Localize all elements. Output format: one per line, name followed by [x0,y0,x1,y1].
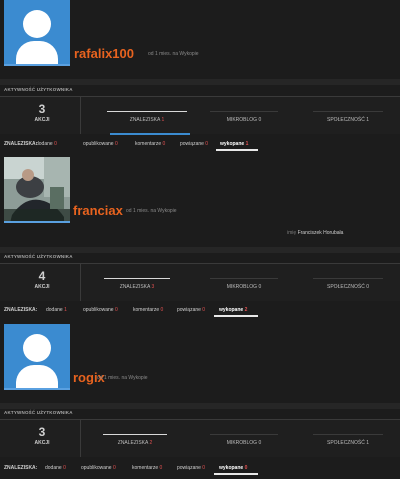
filter-opublikowane[interactable]: opublikowane 0 [83,141,118,147]
tab-count: 0 [366,284,369,290]
actions-count: 3 AKCJI [4,420,81,457]
actions-number: 4 [38,269,46,283]
filter-dodane[interactable]: dodane 0 [36,141,57,147]
member-since: od 1 mies. na Wykopie [97,375,148,381]
filter-bar-label: ZNALEZISKA: [4,465,38,471]
user-silhouette-icon [23,334,51,362]
filter-wykopane[interactable]: wykopane 0 [219,465,247,471]
tab-count: 0 [258,284,262,290]
avatar-underline [4,388,70,390]
member-since: od 1 mies. na Wykopie [148,51,199,57]
filter-komentarze[interactable]: komentarze 0 [132,465,162,471]
activity-box: 3 AKCJI ZNALEZISKA 2 MIKROBLOG 0 SPOŁECZ… [0,419,400,457]
active-tab-underline [110,133,190,135]
avatar[interactable] [4,0,70,66]
tab-label: ZNALEZISKA [119,284,151,290]
section-title: AKTYWNOŚĆ UŻYTKOWNIKA [4,87,73,92]
avatar-underline [4,64,70,66]
tab-label: MIKROBLOG [226,117,258,123]
tab-znaleziska[interactable]: ZNALEZISKA 1 [107,111,187,129]
filter-bar-label: ZNALEZISKA: [4,307,38,313]
tab-znaleziska[interactable]: ZNALEZISKA 2 [103,434,167,452]
activity-box: 3 AKCJI ZNALEZISKA 1 MIKROBLOG 0 SPOŁECZ… [0,96,400,134]
username[interactable]: franciax [73,203,123,218]
user-silhouette-body [16,365,58,390]
tab-spolecznosc[interactable]: SPOŁECZNOŚĆ 0 [313,278,383,296]
filter-bar: ZNALEZISKA: dodane 0 opublikowane 0 kome… [0,137,400,151]
real-name-value: Franciszek Horubała [297,230,344,236]
tab-label: SPOŁECZNOŚĆ [327,117,365,123]
section-title: AKTYWNOŚĆ UŻYTKOWNIKA [4,254,73,259]
real-name: imię Franciszek Horubała [287,230,343,236]
tab-mikroblog[interactable]: MIKROBLOG 0 [210,111,278,129]
filter-komentarze[interactable]: komentarze 0 [133,307,163,313]
actions-label: AKCJI [34,117,50,123]
user-silhouette-body [16,41,58,66]
actions-label: AKCJI [34,440,50,446]
tab-count: 1 [366,440,369,446]
tab-spolecznosc[interactable]: SPOŁECZNOŚĆ 1 [313,111,383,129]
filter-opublikowane[interactable]: opublikowane 0 [83,307,118,313]
avatar[interactable] [4,157,70,223]
filter-powiazane[interactable]: powiązane 0 [177,307,205,313]
username[interactable]: rafalix100 [74,46,134,61]
filter-opublikowane[interactable]: opublikowane 0 [81,465,116,471]
profile-card-rafalix100: rafalix100 od 1 mies. na Wykopie AKTYWNO… [0,0,400,159]
tab-label: ZNALEZISKA [117,440,149,446]
activity-box: 4 AKCJI ZNALEZISKA 3 MIKROBLOG 0 SPOŁECZ… [0,263,400,301]
actions-count: 3 AKCJI [4,97,81,134]
actions-count: 4 AKCJI [4,264,81,301]
filter-dodane[interactable]: dodane 1 [46,307,67,313]
tab-count: 1 [161,117,165,123]
avatar-underline [4,221,70,223]
filter-bar-label: ZNALEZISKA: [4,141,38,147]
selected-filter-underline [214,473,258,475]
divider-band [0,247,400,253]
tab-label: MIKROBLOG [226,284,258,290]
member-since: od 1 mies. na Wykopie [126,208,177,214]
tab-label: SPOŁECZNOŚĆ [327,284,365,290]
selected-filter-underline [216,149,258,151]
actions-number: 3 [38,102,46,116]
tab-label: SPOŁECZNOŚĆ [327,440,365,446]
filter-wykopane[interactable]: wykopane 1 [220,141,248,147]
filter-wykopane[interactable]: wykopane 2 [219,307,247,313]
section-title: AKTYWNOŚĆ UŻYTKOWNIKA [4,410,73,415]
tab-spolecznosc[interactable]: SPOŁECZNOŚĆ 1 [313,434,383,452]
filter-komentarze[interactable]: komentarze 0 [135,141,165,147]
tab-count: 0 [258,117,262,123]
divider-band [0,403,400,409]
filter-dodane[interactable]: dodane 0 [45,465,66,471]
avatar[interactable] [4,324,70,390]
tab-label: MIKROBLOG [226,440,258,446]
filter-powiazane[interactable]: powiązane 0 [180,141,208,147]
profile-card-rogix: rogix od 1 mies. na Wykopie AKTYWNOŚĆ UŻ… [0,324,400,479]
profile-card-franciax: franciax od 1 mies. na Wykopie imię Fran… [0,157,400,317]
tab-count: 2 [149,440,153,446]
user-silhouette-icon [23,10,51,38]
tab-mikroblog[interactable]: MIKROBLOG 0 [210,434,278,452]
actions-label: AKCJI [34,284,50,290]
real-name-prefix: imię [287,230,297,236]
selected-filter-underline [214,315,258,317]
tab-znaleziska[interactable]: ZNALEZISKA 3 [104,278,170,296]
filter-bar: ZNALEZISKA: dodane 0 opublikowane 0 kome… [0,461,400,475]
tab-mikroblog[interactable]: MIKROBLOG 0 [210,278,278,296]
filter-bar: ZNALEZISKA: dodane 1 opublikowane 0 kome… [0,303,400,317]
tab-count: 0 [258,440,262,446]
divider-band [0,79,400,85]
tab-count: 1 [366,117,369,123]
tab-label: ZNALEZISKA [129,117,161,123]
user-photo [4,157,70,223]
tab-count: 3 [151,284,155,290]
actions-number: 3 [38,425,46,439]
filter-powiazane[interactable]: powiązane 0 [177,465,205,471]
